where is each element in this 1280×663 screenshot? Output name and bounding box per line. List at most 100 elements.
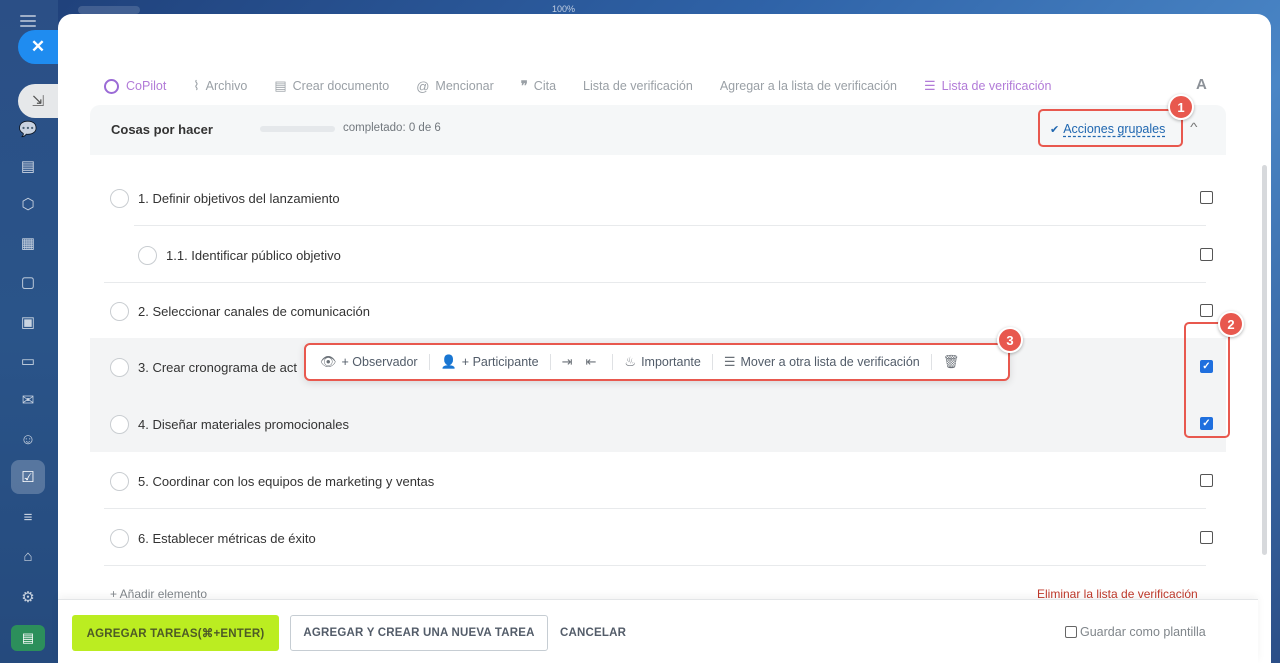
item-select-checkbox[interactable] <box>1200 191 1213 204</box>
contacts-icon[interactable]: ☺ <box>17 428 39 450</box>
item-complete-circle[interactable] <box>138 246 157 265</box>
checklist-item[interactable]: 1.1. Identificar público objetivo <box>90 226 1226 283</box>
add-participant-label: + Participante <box>461 355 539 369</box>
add-to-checklist-button[interactable]: Agregar a la lista de verificación <box>720 79 897 93</box>
panel-scrollbar[interactable] <box>1262 165 1267 555</box>
item-text[interactable]: 3. Crear cronograma de act <box>138 360 297 375</box>
menu-icon[interactable] <box>20 15 36 27</box>
trash-icon: 🗑 <box>942 354 960 369</box>
file-button[interactable]: ⌇ Archivo <box>193 78 247 94</box>
robot-icon[interactable]: ⌂ <box>17 545 39 567</box>
board-icon[interactable]: ▣ <box>17 311 39 333</box>
editor-toolbar: CoPilot ⌇ Archivo ▤ Crear documento @ Me… <box>104 76 1078 96</box>
paperclip-icon: ⌇ <box>193 78 200 93</box>
chat-icon[interactable]: 💬 <box>17 118 39 140</box>
item-select-checkbox[interactable] <box>1200 531 1213 544</box>
mention-button[interactable]: @ Mencionar <box>416 79 494 94</box>
add-tasks-button[interactable]: AGREGAR TAREAS(⌘+ENTER) <box>72 615 279 651</box>
checklist-title[interactable]: Cosas por hacer <box>111 122 213 137</box>
checklist-label: Lista de verificación <box>583 79 693 93</box>
minimize-icon: ⇲ <box>31 93 45 110</box>
document-icon: ▤ <box>274 78 287 93</box>
move-to-checklist-button[interactable]: ☰ Mover a otra lista de verificación <box>724 354 920 370</box>
file-label: Archivo <box>205 79 248 93</box>
copilot-button[interactable]: CoPilot <box>104 78 167 94</box>
filter-icon[interactable]: ≡ <box>17 506 39 528</box>
checklist-item[interactable]: 6. Establecer métricas de éxito <box>90 509 1226 566</box>
item-complete-circle[interactable] <box>110 472 129 491</box>
indent-button[interactable]: ⇥ <box>562 354 578 370</box>
outdent-button[interactable]: ⇤ <box>586 354 602 370</box>
checklist-button[interactable]: Lista de verificación <box>583 79 693 93</box>
text-format-button[interactable]: A <box>1196 76 1207 93</box>
close-panel-button[interactable]: ✕ <box>18 30 58 64</box>
create-document-label: Crear documento <box>292 79 390 93</box>
item-complete-circle[interactable] <box>110 415 129 434</box>
mark-important-button[interactable]: ♨ Importante <box>624 354 700 370</box>
form-footer: AGREGAR TAREAS(⌘+ENTER) AGREGAR Y CREAR … <box>58 599 1258 663</box>
item-complete-circle[interactable] <box>110 529 129 548</box>
list-icon: ☰ <box>723 354 736 369</box>
eye-icon: 👁 <box>320 354 337 369</box>
quote-button[interactable]: ❞ Cita <box>521 78 556 94</box>
settings-icon[interactable]: ⚙ <box>17 586 39 608</box>
feed-icon[interactable]: ▤ <box>17 155 39 177</box>
mail-icon[interactable]: ✉ <box>17 389 39 411</box>
item-select-checkbox[interactable] <box>1200 304 1213 317</box>
divider <box>612 354 614 370</box>
mention-label: Mencionar <box>435 79 494 93</box>
item-complete-circle[interactable] <box>110 358 129 377</box>
outdent-icon: ⇤ <box>585 354 597 369</box>
checklist-item[interactable]: 5. Coordinar con los equipos de marketin… <box>90 452 1226 509</box>
close-icon: ✕ <box>30 37 46 56</box>
checklist-item[interactable]: 1. Definir objetivos del lanzamiento <box>90 169 1226 226</box>
checklist-completed-count: completado: 0 de 6 <box>343 122 441 134</box>
item-text[interactable]: 5. Coordinar con los equipos de marketin… <box>138 474 434 489</box>
divider <box>104 565 1206 566</box>
item-text[interactable]: 2. Seleccionar canales de comunicación <box>138 304 370 319</box>
item-text[interactable]: 1.1. Identificar público objetivo <box>166 248 341 263</box>
divider <box>428 354 430 370</box>
item-text[interactable]: 1. Definir objetivos del lanzamiento <box>138 191 340 206</box>
app-bottom-icon[interactable]: ▤ <box>11 625 45 651</box>
item-select-checkbox[interactable] <box>1200 248 1213 261</box>
hexagon-icon[interactable]: ⬡ <box>17 193 39 215</box>
add-participant-button[interactable]: 👤 + Participante <box>441 354 539 370</box>
checklist-add-icon: ☰ <box>924 78 936 93</box>
zoom-level: 100% <box>552 4 576 14</box>
checkbox-icon[interactable] <box>1065 626 1077 638</box>
annotation-badge-3: 3 <box>997 327 1023 353</box>
item-complete-circle[interactable] <box>110 302 129 321</box>
delete-items-button[interactable]: 🗑 <box>943 354 965 370</box>
move-to-checklist-label: Mover a otra lista de verificación <box>740 355 920 369</box>
checklist-item[interactable]: 2. Seleccionar canales de comunicación <box>90 282 1226 339</box>
calendar-icon[interactable]: ▦ <box>17 232 39 254</box>
add-to-checklist-label: Agregar a la lista de verificación <box>719 79 897 93</box>
top-bar-pill <box>78 6 140 14</box>
add-and-create-new-button[interactable]: AGREGAR Y CREAR UNA NUEVA TAREA <box>290 615 548 651</box>
quote-label: Cita <box>533 79 557 93</box>
item-text[interactable]: 6. Establecer métricas de éxito <box>138 531 316 546</box>
create-document-button[interactable]: ▤ Crear documento <box>274 78 389 94</box>
add-observer-label: + Observador <box>341 355 418 369</box>
checklist-active-label: Lista de verificación <box>941 79 1052 93</box>
checklist-active-button[interactable]: ☰ Lista de verificación <box>924 78 1051 94</box>
divider <box>930 354 932 370</box>
cancel-button[interactable]: CANCELAR <box>560 627 626 639</box>
save-as-template-checkbox[interactable]: Guardar como plantilla <box>1065 625 1206 639</box>
quote-icon: ❞ <box>520 78 528 93</box>
highlight-group-actions <box>1038 109 1183 147</box>
minimize-panel-button[interactable]: ⇲ <box>18 84 58 118</box>
item-select-checkbox[interactable] <box>1200 474 1213 487</box>
tasks-icon[interactable]: ☑ <box>17 466 39 488</box>
copilot-label: CoPilot <box>126 79 167 93</box>
collapse-chevron-icon[interactable]: ^ <box>1190 120 1197 134</box>
card-icon[interactable]: ▭ <box>17 350 39 372</box>
copilot-icon <box>104 78 119 94</box>
checklist-progress-bar <box>260 126 335 132</box>
add-observer-button[interactable]: 👁 + Observador <box>320 354 418 370</box>
item-complete-circle[interactable] <box>110 189 129 208</box>
item-text[interactable]: 4. Diseñar materiales promocionales <box>138 417 349 432</box>
checklist-item[interactable]: 4. Diseñar materiales promocionales ✓ <box>90 395 1226 452</box>
document-icon[interactable]: ▢ <box>17 271 39 293</box>
